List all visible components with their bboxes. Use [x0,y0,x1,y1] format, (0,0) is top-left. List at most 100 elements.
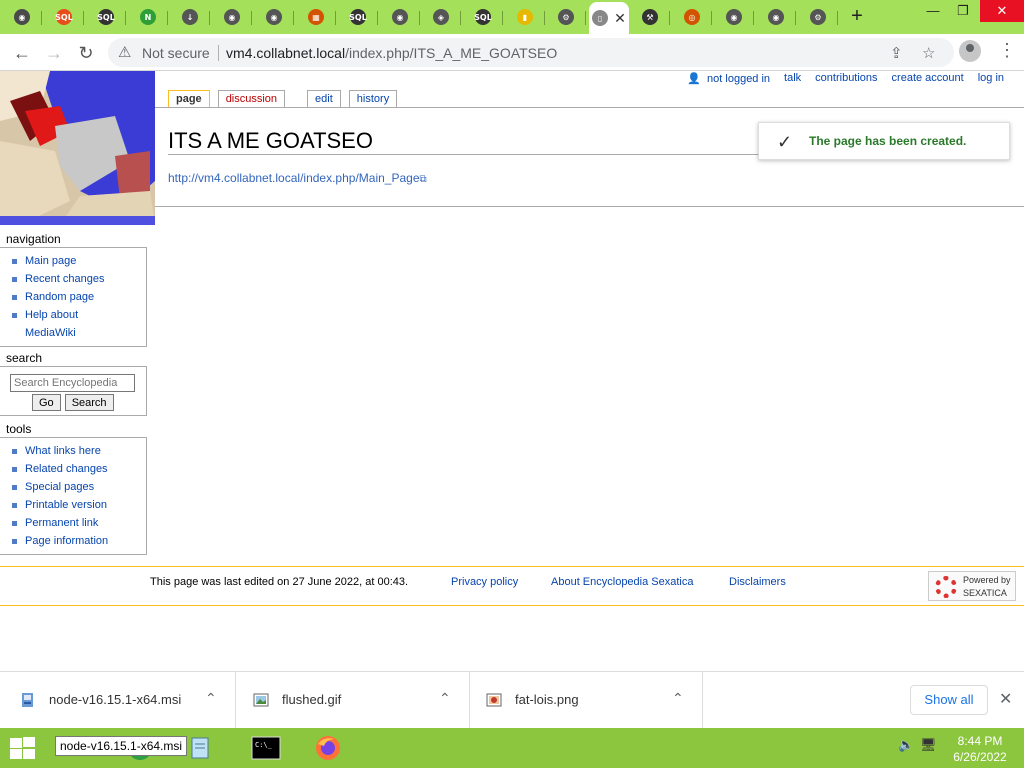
browser-tab[interactable]: ▦ [296,4,336,30]
volume-muted-icon[interactable]: 🔈 [898,737,914,753]
close-tab-icon[interactable]: ✕ [614,10,626,27]
browser-tab[interactable]: ▮ [505,4,545,30]
show-all-button[interactable]: Show all [910,685,988,715]
minimize-button[interactable]: — [918,2,948,20]
tools-list: What links here Related changes Special pa… [0,437,147,555]
tab-discussion[interactable]: discussion [217,90,286,108]
search-button[interactable]: Search [64,394,114,411]
search-input[interactable] [10,374,135,392]
tools-item[interactable]: Permanent link [12,514,146,532]
maximize-button[interactable]: ❐ [948,2,978,20]
tab-history[interactable]: history [348,90,398,108]
powered-by-badge[interactable]: Powered by SEXATICA [928,571,1016,601]
system-clock[interactable]: 8:44 PM 6/26/2022 [940,733,1020,765]
search-portlet: search Go Search [0,350,147,416]
close-window-button[interactable]: ✕ [980,0,1024,22]
create-account-link[interactable]: create account [892,72,964,85]
site-logo[interactable] [0,71,155,225]
browser-tab[interactable]: ◉ [212,4,252,30]
new-tab-button[interactable]: + [846,6,868,26]
tab-page-label[interactable]: page [176,93,202,105]
back-button[interactable]: ← [10,41,34,65]
browser-tab[interactable]: ◉ [380,4,420,30]
browser-tab[interactable]: N [128,4,168,30]
user-status[interactable]: 👤 not logged in [687,72,770,86]
powered-by-line2: SEXATICA [963,588,1007,598]
browser-tab[interactable]: SQL [338,4,378,30]
security-label[interactable]: Not secure [142,45,210,61]
browser-tab[interactable]: ⚒ [630,4,670,30]
nav-item[interactable]: Main page [12,252,146,270]
installer-icon [22,693,33,707]
tab-discussion-label[interactable]: discussion [226,93,277,105]
tools-item[interactable]: Special pages [12,478,146,496]
nav-item[interactable]: Help about [12,306,146,324]
notification-popup[interactable]: ✓ The page has been created. [758,122,1010,160]
checkmark-icon: ✓ [777,132,793,152]
taskbar-firefox[interactable] [300,730,356,766]
tools-item[interactable]: What links here [12,442,146,460]
chrome-icon: ◉ [266,9,282,25]
contributions-link[interactable]: contributions [815,72,877,85]
tab-separator [544,11,545,25]
talk-link[interactable]: talk [784,72,801,85]
browser-tab[interactable]: ▯ ✕ [589,2,629,34]
tools-item[interactable]: Page information [12,532,146,550]
terminal-icon: C:\_ [251,736,281,760]
browser-tab[interactable]: ◈ [421,4,461,30]
browser-tab[interactable]: ◉ [2,4,42,30]
share-icon[interactable]: ⇪ [890,44,903,62]
image-icon [253,693,269,707]
navigation-list: Main page Recent changes Random page Help a… [0,247,147,347]
tab-edit-label[interactable]: edit [315,93,333,105]
browser-tab[interactable]: SQL [463,4,503,30]
browser-tab[interactable]: ◉ [756,4,796,30]
network-icon[interactable]: 🖥 [920,737,937,753]
download-item[interactable]: flushed.gif ⌃ [236,672,470,729]
login-link[interactable]: log in [978,72,1004,85]
browser-tab[interactable]: SQL [44,4,84,30]
profile-avatar[interactable] [959,40,981,62]
warning-icon[interactable]: ⚠ [118,43,131,61]
svg-text:C:\_: C:\_ [255,741,273,749]
page-tabs: page discussion edit history [168,90,405,108]
disclaimers-link[interactable]: Disclaimers [729,576,786,588]
browser-tab[interactable]: ↓ [170,4,210,30]
browser-tab[interactable]: ⚙ [546,4,586,30]
download-item[interactable]: node-v16.15.1-x64.msi ⌃ [0,672,236,729]
tab-separator [795,11,796,25]
tab-history-label[interactable]: history [357,93,389,105]
nav-item[interactable]: Random page [12,288,146,306]
external-link[interactable]: http://vm4.collabnet.local/index.php/Mai… [168,171,427,185]
browser-tab[interactable]: ◎ [672,4,712,30]
external-link-text[interactable]: http://vm4.collabnet.local/index.php/Mai… [168,171,420,185]
browser-tab[interactable]: SQL [86,4,126,30]
chevron-up-icon[interactable]: ⌃ [439,690,451,707]
url-text[interactable]: vm4.collabnet.local/index.php/ITS_A_ME_G… [226,45,557,61]
forward-button[interactable]: → [42,41,66,65]
browser-tab[interactable]: ◉ [254,4,294,30]
browser-menu-icon[interactable]: ⋮ [998,39,1016,61]
reload-button[interactable]: ↻ [74,41,98,65]
chevron-up-icon[interactable]: ⌃ [205,690,217,707]
tab-page[interactable]: page [168,90,210,108]
tools-item[interactable]: Related changes [12,460,146,478]
personal-tools: 👤 not logged in talk contributions create… [673,72,1004,85]
close-downloads-icon[interactable]: ✕ [999,689,1012,709]
start-button[interactable] [8,736,36,760]
browser-tab[interactable]: ⚙ [798,4,838,30]
browser-tab[interactable]: ◉ [714,4,754,30]
download-item[interactable]: fat-lois.png ⌃ [470,672,703,729]
chrome-icon: ◉ [392,9,408,25]
bookmark-star-icon[interactable]: ☆ [922,44,935,62]
tab-edit[interactable]: edit [307,90,341,108]
tools-item[interactable]: Printable version [12,496,146,514]
nav-item-continuation[interactable]: MediaWiki [12,324,146,342]
nav-item[interactable]: Recent changes [12,270,146,288]
privacy-link[interactable]: Privacy policy [451,576,518,588]
taskbar-terminal[interactable]: C:\_ [238,730,294,766]
chevron-up-icon[interactable]: ⌃ [672,690,684,707]
go-button[interactable]: Go [32,394,61,411]
about-link[interactable]: About Encyclopedia Sexatica [551,576,693,588]
address-bar[interactable]: ⚠ Not secure vm4.collabnet.local/index.p… [108,38,954,67]
